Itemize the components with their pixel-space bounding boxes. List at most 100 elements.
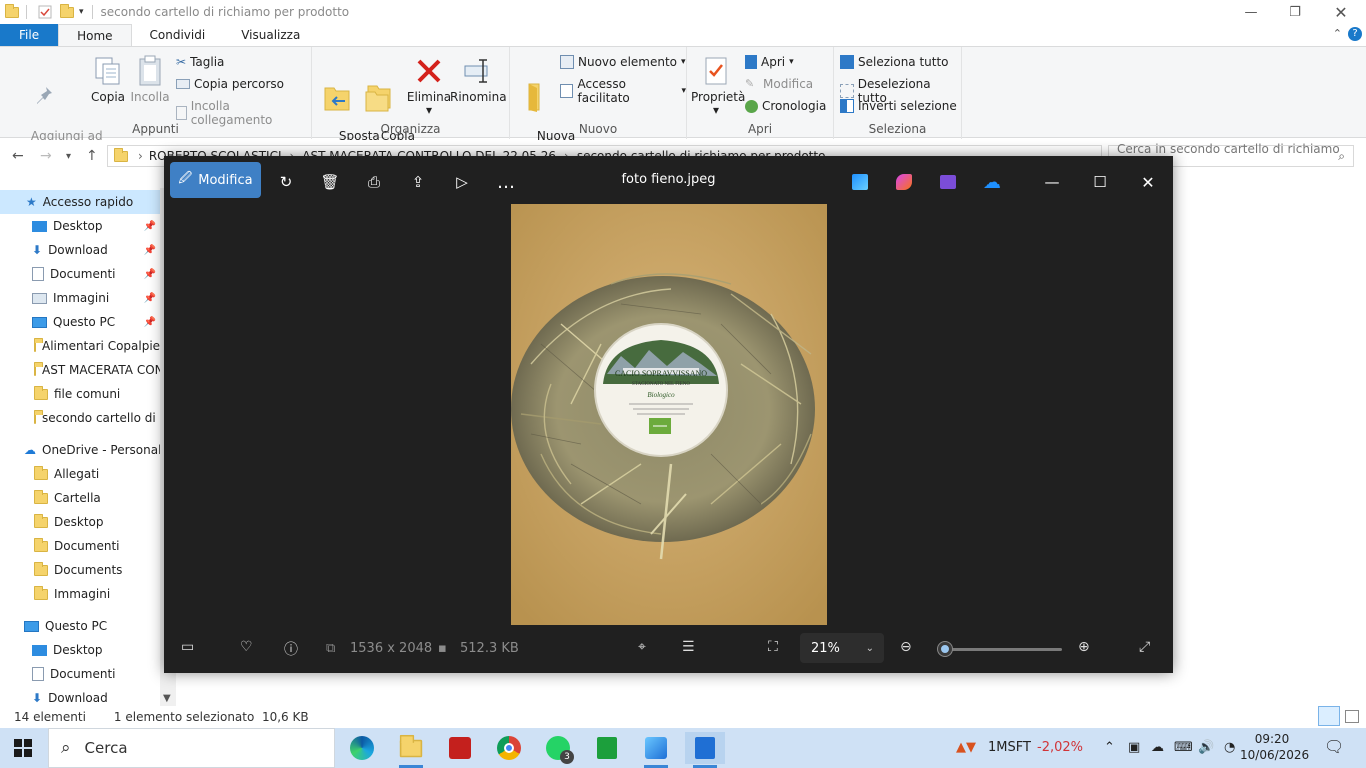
filmstrip-icon[interactable]: ▭ — [181, 639, 194, 655]
nav-item-folder[interactable]: Desktop — [0, 510, 160, 534]
spreadsheet-icon[interactable] — [587, 732, 627, 764]
tab-file[interactable]: File — [0, 24, 59, 46]
edit-button[interactable]: ✎ Modifica — [745, 77, 813, 91]
nav-item-folder[interactable]: Immagini — [0, 582, 160, 606]
onedrive-icon[interactable]: ☁ — [978, 166, 1006, 198]
invert-selection-button[interactable]: Inverti selezione — [840, 99, 957, 113]
nav-item-folder[interactable]: file comuni — [0, 382, 160, 406]
close-button[interactable]: ✕ — [1318, 0, 1364, 24]
up-button[interactable]: ↑ — [86, 148, 98, 164]
whatsapp-icon[interactable]: 3 — [538, 732, 578, 764]
file-explorer-icon[interactable] — [391, 732, 431, 768]
tiles-view-button[interactable] — [1345, 710, 1359, 723]
details-view-button[interactable] — [1318, 706, 1340, 726]
network-icon[interactable]: ◔ — [1224, 740, 1235, 755]
dimensions-icon: ⧉ — [326, 641, 336, 656]
nav-item-download[interactable]: ⬇ Download — [0, 686, 160, 706]
chrome-icon[interactable] — [489, 732, 529, 764]
tab-visualizza[interactable]: Visualizza — [223, 24, 318, 46]
nav-item-documenti[interactable]: Documenti — [0, 662, 160, 686]
fullscreen-icon[interactable]: ⤢ — [1139, 639, 1150, 655]
stock-widget-icon[interactable]: ▲▼ — [956, 740, 976, 755]
text-scan-icon[interactable]: ☰ — [682, 639, 695, 655]
notification-center-icon[interactable]: 🗨 — [1324, 737, 1344, 756]
favorite-heart-icon[interactable]: ♡ — [240, 639, 253, 655]
zoom-slider-handle[interactable] — [938, 642, 953, 656]
zoom-out-icon[interactable]: ⊖ — [900, 639, 912, 655]
select-all-button[interactable]: Seleziona tutto — [840, 55, 949, 69]
fit-to-window-icon[interactable]: ⛶ — [768, 639, 778, 655]
nav-item-download[interactable]: ⬇ Download 📌 — [0, 238, 160, 262]
nav-item-folder[interactable]: Alimentari Copalpie — [0, 334, 160, 358]
image-filesize: 512.3 KB — [460, 641, 519, 656]
nav-item-folder[interactable]: Allegati — [0, 462, 160, 486]
show-hidden-icons-icon[interactable]: ⌃ — [1104, 740, 1115, 755]
back-button[interactable]: ← — [12, 148, 24, 164]
copy-button[interactable]: Copia — [88, 55, 128, 104]
properties-quick-icon[interactable] — [37, 4, 53, 20]
photo-display[interactable]: CACIO SOPRAVVISSANO STAGIONATO NEL FIENO… — [511, 204, 827, 625]
volume-icon[interactable]: 🔊 — [1198, 740, 1214, 755]
new-folder-quick-icon[interactable] — [59, 3, 75, 20]
acrobat-icon[interactable] — [440, 732, 480, 764]
customize-quick-access-icon[interactable]: ▾ — [79, 7, 84, 17]
nav-item-folder[interactable]: Documenti — [0, 534, 160, 558]
cloud-offline-icon[interactable]: ☁ — [1151, 740, 1164, 755]
copy-path-icon — [176, 79, 190, 89]
stock-symbol[interactable]: 1MSFT — [988, 740, 1031, 755]
easy-access-button[interactable]: Accesso facilitato ▾ — [560, 77, 686, 105]
minimize-button[interactable]: — — [1038, 166, 1066, 198]
copilot-icon[interactable] — [890, 166, 918, 198]
help-icon[interactable]: ? — [1348, 27, 1362, 41]
filesize-icon: ▪ — [438, 641, 447, 656]
nav-item-folder[interactable]: AST MACERATA CON — [0, 358, 160, 382]
nav-item-desktop[interactable]: Desktop 📌 — [0, 214, 160, 238]
visual-search-icon[interactable]: ⌖ — [638, 639, 646, 655]
collapse-ribbon-icon[interactable]: ⌃ — [1333, 27, 1342, 40]
nav-quick-access[interactable]: ★ Accesso rapido — [0, 190, 160, 214]
zoom-in-icon[interactable]: ⊕ — [1078, 639, 1090, 655]
tab-home[interactable]: Home — [58, 24, 132, 46]
nav-onedrive[interactable]: ☁ OneDrive - Personal — [0, 438, 160, 462]
delete-button[interactable]: Elimina ▾ — [406, 55, 452, 117]
restore-button[interactable]: ❐ — [1272, 0, 1318, 24]
zoom-slider[interactable] — [939, 648, 1062, 651]
nav-item-desktop[interactable]: Desktop — [0, 638, 160, 662]
clipchamp-icon[interactable] — [934, 166, 962, 198]
taskbar-search-box[interactable]: ⌕ Cerca — [48, 728, 335, 768]
properties-button[interactable]: Proprietà ▾ — [691, 55, 745, 117]
maximize-button[interactable]: ☐ — [1086, 166, 1114, 198]
pin-icon: 📌 — [143, 220, 156, 232]
forward-button[interactable]: → — [40, 148, 52, 164]
windows-start-icon[interactable] — [14, 739, 32, 760]
nav-item-immagini[interactable]: Immagini 📌 — [0, 286, 160, 310]
clock[interactable]: 09:20 10/06/2026 — [1240, 731, 1309, 763]
keyboard-icon[interactable]: ⌨ — [1174, 740, 1193, 755]
designer-icon[interactable] — [846, 166, 874, 198]
word-doc-icon[interactable] — [685, 732, 725, 768]
edge-icon[interactable] — [342, 732, 382, 764]
nav-item-documenti[interactable]: Documenti 📌 — [0, 262, 160, 286]
nav-item-folder[interactable]: secondo cartello di r — [0, 406, 160, 430]
camera-icon[interactable]: ▣ — [1128, 740, 1140, 755]
nav-this-pc[interactable]: Questo PC — [0, 614, 160, 638]
new-item-button[interactable]: Nuovo elemento ▾ — [560, 55, 686, 69]
tab-condividi[interactable]: Condividi — [132, 24, 224, 46]
nav-item-folder[interactable]: Documents — [0, 558, 160, 582]
copy-path-button[interactable]: Copia percorso — [176, 77, 284, 91]
cut-button[interactable]: ✂ Taglia — [176, 55, 224, 69]
rename-icon — [462, 55, 494, 87]
rename-button[interactable]: Rinomina — [450, 55, 507, 104]
minimize-button[interactable]: — — [1228, 0, 1274, 24]
zoom-select[interactable]: 21% ⌄ — [800, 633, 884, 663]
info-icon[interactable]: ⓘ — [284, 639, 298, 659]
paste-button[interactable]: Incolla — [130, 55, 170, 104]
nav-item-folder[interactable]: Cartella — [0, 486, 160, 510]
history-button[interactable]: Cronologia — [745, 99, 826, 113]
photos-app-icon[interactable] — [636, 732, 676, 768]
open-button[interactable]: Apri ▾ — [745, 55, 794, 69]
close-button[interactable]: ✕ — [1134, 166, 1162, 198]
scroll-down-icon[interactable]: ▼ — [163, 693, 171, 704]
recent-locations-button[interactable]: ▾ — [66, 151, 71, 162]
nav-item-questo-pc[interactable]: Questo PC 📌 — [0, 310, 160, 334]
